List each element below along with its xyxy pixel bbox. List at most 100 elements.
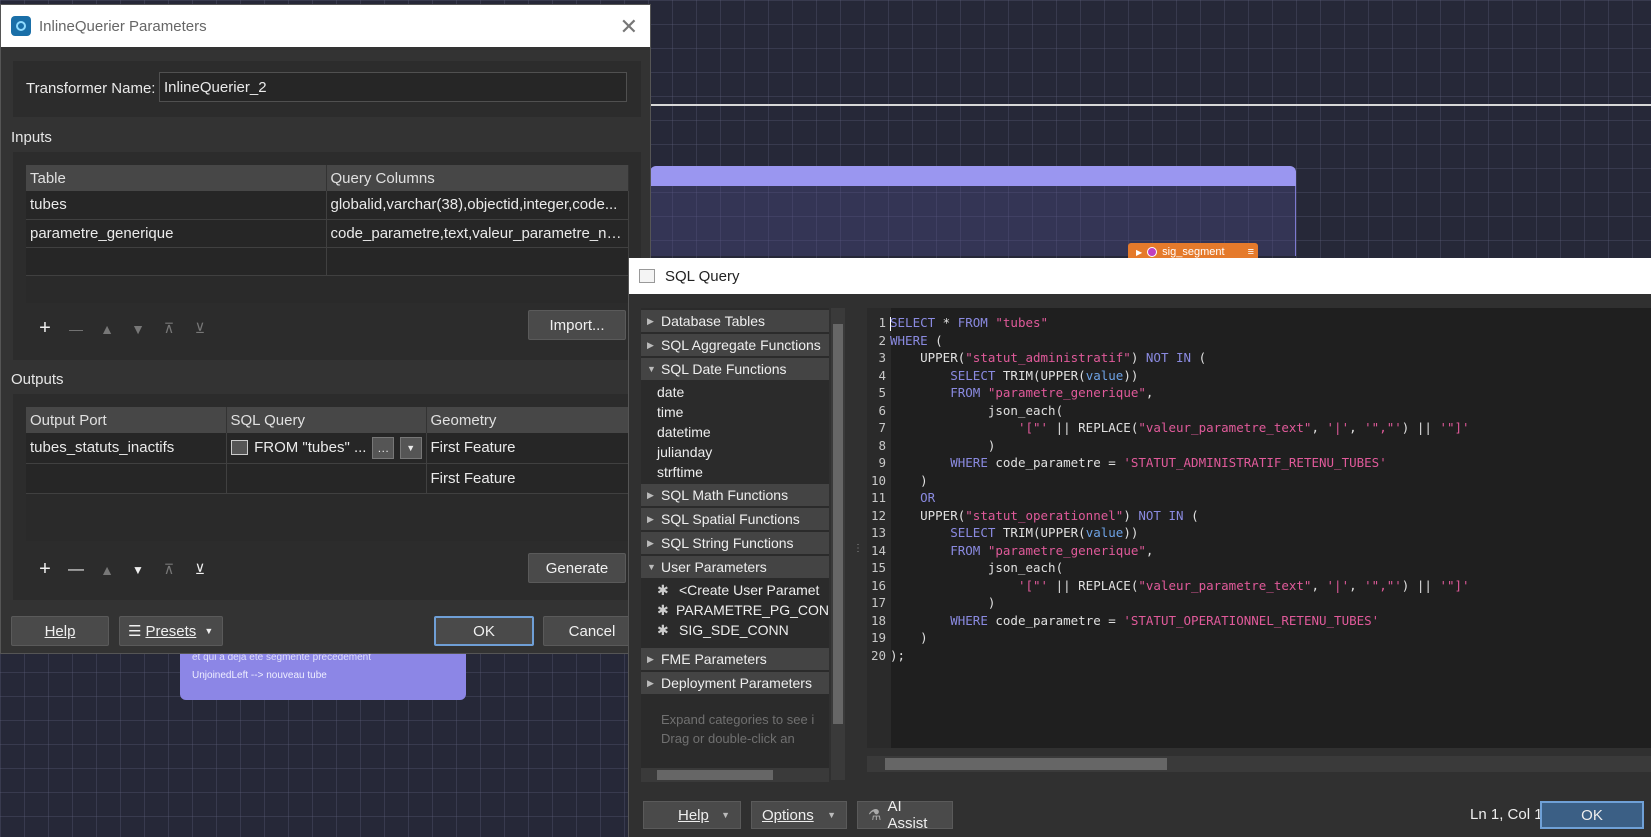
move-top-icon[interactable]: ⊼: [161, 320, 177, 337]
category-sql-string-functions[interactable]: ▶ SQL String Functions: [641, 532, 829, 554]
tree-vertical-scrollbar[interactable]: [831, 308, 845, 780]
code-line[interactable]: 6 json_each(: [867, 402, 1063, 420]
move-down-icon[interactable]: ▼: [130, 321, 146, 337]
table-row[interactable]: tubes globalid,varchar(38),objectid,inte…: [26, 191, 629, 220]
code-line[interactable]: 14 FROM "parametre_generique",: [867, 542, 1154, 560]
move-bottom-icon[interactable]: ⊻: [192, 320, 208, 337]
code-line[interactable]: 17 ): [867, 594, 995, 612]
code-line[interactable]: 8 ): [867, 437, 995, 455]
move-up-icon[interactable]: ▲: [99, 321, 115, 337]
help-button[interactable]: Help: [11, 616, 109, 646]
tree-item-date[interactable]: date: [641, 382, 829, 402]
category-deployment-parameters[interactable]: ▶ Deployment Parameters: [641, 672, 829, 694]
annotation-note[interactable]: et qui a déjà été segmenté précédement U…: [180, 648, 466, 700]
output-port-cell[interactable]: tubes_statuts_inactifs: [26, 433, 227, 464]
table-cell[interactable]: code_parametre,text,valeur_parametre_nu.…: [326, 219, 629, 248]
move-bottom-icon[interactable]: ⊻: [192, 561, 208, 578]
editor-horizontal-scrollbar[interactable]: [867, 756, 1651, 772]
table-cell[interactable]: globalid,varchar(38),objectid,integer,co…: [326, 191, 629, 220]
code-line[interactable]: 3 UPPER("statut_administratif") NOT IN (: [867, 349, 1206, 367]
code-line[interactable]: 20);: [867, 647, 905, 665]
category-sql-date-functions[interactable]: ▼ SQL Date Functions: [641, 358, 829, 380]
geometry-cell[interactable]: First Feature: [426, 463, 629, 494]
category-sql-spatial-functions[interactable]: ▶ SQL Spatial Functions: [641, 508, 829, 530]
tree-item-julianday[interactable]: julianday: [641, 442, 829, 462]
table-cell[interactable]: tubes: [26, 191, 327, 220]
code-line[interactable]: 19 ): [867, 629, 928, 647]
tree-item-time[interactable]: time: [641, 402, 829, 422]
table-cell[interactable]: [26, 247, 327, 276]
remove-icon[interactable]: —: [68, 561, 84, 579]
import-button[interactable]: Import...: [528, 310, 626, 340]
column-header[interactable]: Table: [26, 165, 327, 191]
code-line[interactable]: 4 SELECT TRIM(UPPER(value)): [867, 367, 1138, 385]
ok-button[interactable]: OK: [434, 616, 534, 646]
column-header[interactable]: SQL Query: [226, 407, 427, 433]
presets-button[interactable]: ☰ Presets ▼: [119, 616, 223, 646]
tree-item-create-user-parameter[interactable]: ✱ <Create User Paramet: [641, 580, 829, 600]
code-line[interactable]: 11 OR: [867, 489, 935, 507]
cancel-button[interactable]: Cancel: [543, 616, 641, 646]
tree-horizontal-scrollbar[interactable]: [641, 768, 829, 782]
splitter-handle[interactable]: ⋮: [853, 543, 863, 569]
code-line[interactable]: 1 SELECT * FROM "tubes": [867, 314, 1048, 332]
expand-icon: ▶: [647, 339, 654, 350]
tree-item-sig-sde-conn[interactable]: ✱ SIG_SDE_CONN: [641, 620, 829, 640]
code-line[interactable]: 12 UPPER("statut_operationnel") NOT IN (: [867, 507, 1199, 525]
chevron-down-icon[interactable]: ▼: [399, 436, 422, 459]
presets-label: Presets: [145, 622, 197, 640]
ellipsis-button[interactable]: …: [372, 436, 394, 459]
inputs-title: Inputs: [11, 129, 52, 146]
add-icon[interactable]: +: [37, 317, 53, 340]
remove-icon[interactable]: —: [68, 321, 84, 337]
category-database-tables[interactable]: ▶ Database Tables: [641, 310, 829, 332]
table-cell[interactable]: parametre_generique: [26, 219, 327, 248]
output-port-cell[interactable]: [26, 463, 227, 494]
code-line[interactable]: 16 '["' || REPLACE("valeur_parametre_tex…: [867, 577, 1470, 595]
table-row[interactable]: tubes_statuts_inactifs FROM "tubes" ... …: [26, 433, 629, 464]
table-row[interactable]: First Feature: [26, 463, 629, 494]
bookmark-header[interactable]: [650, 166, 1296, 186]
geometry-cell[interactable]: First Feature: [426, 433, 629, 464]
column-header[interactable]: Geometry: [426, 407, 629, 433]
table-cell[interactable]: [326, 247, 629, 276]
code-line[interactable]: 2 WHERE (: [867, 332, 942, 350]
move-top-icon[interactable]: ⊼: [161, 561, 177, 578]
close-icon[interactable]: ✕: [620, 14, 638, 40]
code-text: WHERE code_parametre = 'STATUT_OPERATION…: [950, 612, 1380, 628]
code-line[interactable]: 13 SELECT TRIM(UPPER(value)): [867, 524, 1138, 542]
code-line[interactable]: 18 WHERE code_parametre = 'STATUT_OPERAT…: [867, 612, 1379, 630]
scrollbar-thumb[interactable]: [885, 758, 1167, 770]
scrollbar-thumb[interactable]: [657, 770, 773, 780]
tree-item-parametre-pg-con[interactable]: ✱ PARAMETRE_PG_CON: [641, 600, 829, 620]
category-sql-math-functions[interactable]: ▶ SQL Math Functions: [641, 484, 829, 506]
code-line[interactable]: 9 WHERE code_parametre = 'STATUT_ADMINIS…: [867, 454, 1386, 472]
code-line[interactable]: 10 ): [867, 472, 928, 490]
column-header[interactable]: Query Columns: [326, 165, 629, 191]
sql-editor[interactable]: 1 SELECT * FROM "tubes" 2 WHERE (3 UPPER("s…: [867, 308, 1651, 748]
transformer-name-input[interactable]: InlineQuerier_2: [159, 72, 627, 102]
add-icon[interactable]: +: [37, 558, 53, 581]
sql-query-cell[interactable]: FROM "tubes" ... … ▼: [226, 433, 427, 464]
table-row[interactable]: parametre_generique code_parametre,text,…: [26, 219, 629, 248]
code-line[interactable]: 7 '["' || REPLACE("valeur_parametre_text…: [867, 419, 1469, 437]
category-user-parameters[interactable]: ▼ User Parameters: [641, 556, 829, 578]
table-row[interactable]: [26, 247, 629, 276]
tree-item-datetime[interactable]: datetime: [641, 422, 829, 442]
sql-query-cell[interactable]: [226, 463, 427, 494]
ok-button[interactable]: OK: [1540, 801, 1644, 829]
scrollbar-thumb[interactable]: [833, 324, 843, 724]
connection-line[interactable]: [650, 104, 1651, 106]
category-fme-parameters[interactable]: ▶ FME Parameters: [641, 648, 829, 670]
category-sql-aggregate-functions[interactable]: ▶ SQL Aggregate Functions: [641, 334, 829, 356]
column-header[interactable]: Output Port: [26, 407, 227, 433]
move-up-icon[interactable]: ▲: [99, 562, 115, 578]
generate-button[interactable]: Generate: [528, 553, 626, 583]
move-down-icon[interactable]: ▼: [130, 563, 146, 577]
ai-assist-button[interactable]: ⚗ AI Assist: [857, 798, 953, 832]
code-line[interactable]: 5 FROM "parametre_generique",: [867, 384, 1153, 402]
tree-item-strftime[interactable]: strftime: [641, 462, 829, 482]
code-line[interactable]: 15 json_each(: [867, 559, 1063, 577]
options-button[interactable]: Options ▼: [751, 801, 847, 829]
help-button[interactable]: Help ▼: [643, 801, 741, 829]
